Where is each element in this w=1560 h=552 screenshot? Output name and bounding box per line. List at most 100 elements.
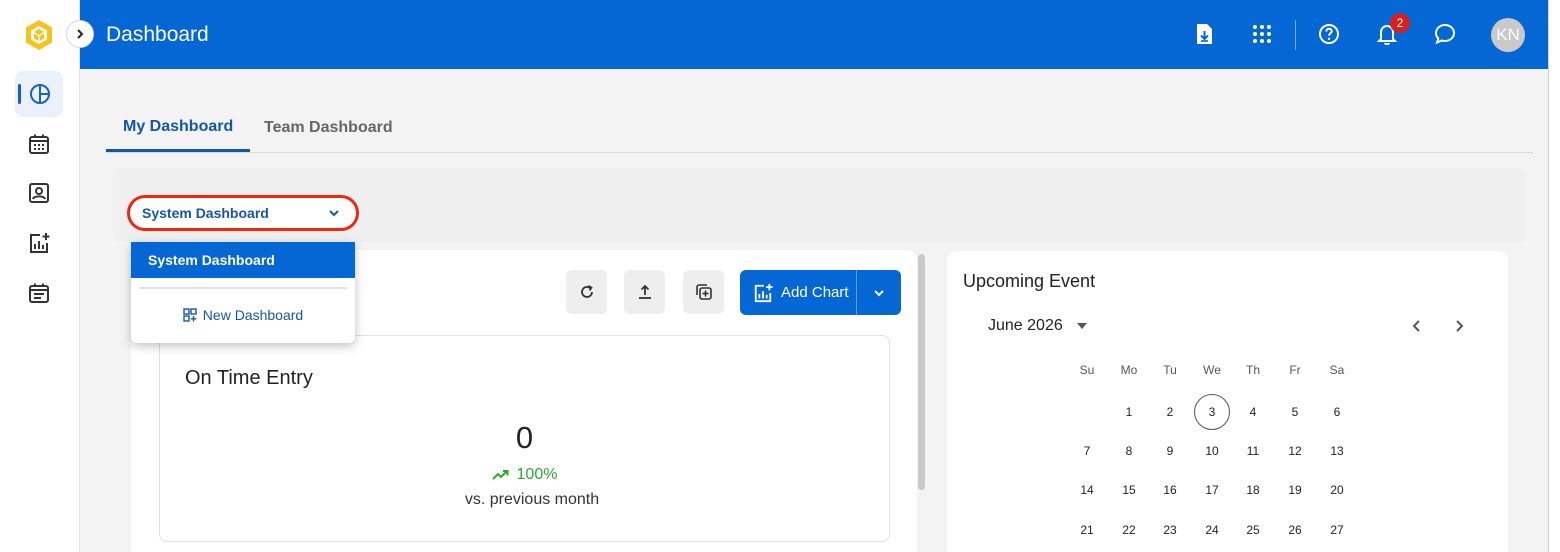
calendar-day[interactable]: 26: [1277, 512, 1313, 548]
rail-item-events[interactable]: [15, 270, 63, 316]
calendar-day[interactable]: 25: [1235, 512, 1271, 548]
weekday-header: Tu: [1163, 363, 1177, 377]
weekday-header: Mo: [1120, 363, 1138, 377]
dashboard-tabs: My Dashboard Team Dashboard: [106, 104, 1533, 153]
apps-button[interactable]: [1247, 19, 1277, 49]
calendar-day[interactable]: 9: [1152, 433, 1188, 469]
prev-month-button[interactable]: [1405, 314, 1429, 338]
calendar-grid-icon: [29, 134, 49, 154]
weekday-header: We: [1203, 363, 1221, 377]
calendar-day[interactable]: 10: [1194, 433, 1230, 469]
calendar-day[interactable]: 14: [1069, 472, 1105, 508]
calendar-day[interactable]: 1: [1111, 394, 1147, 430]
dropdown-option-system-dashboard[interactable]: System Dashboard: [131, 242, 355, 278]
calendar-day[interactable]: 24: [1194, 512, 1230, 548]
weekday-header: Th: [1245, 363, 1260, 377]
page-title: Dashboard: [106, 23, 209, 46]
app-logo-icon[interactable]: [22, 18, 56, 52]
dropdown-divider: [139, 287, 347, 289]
chat-button[interactable]: [1430, 19, 1460, 49]
calendar-day[interactable]: 12: [1277, 433, 1313, 469]
refresh-icon: [580, 285, 593, 298]
left-rail: [0, 0, 80, 552]
tab-team-dashboard[interactable]: Team Dashboard: [247, 104, 410, 152]
upload-icon: [638, 284, 651, 299]
download-button[interactable]: [1189, 19, 1219, 49]
duplicate-button[interactable]: [683, 270, 724, 314]
rail-item-reports[interactable]: [15, 220, 63, 266]
rail-item-dashboard[interactable]: [15, 71, 63, 117]
upcoming-event-panel: Upcoming Event June 2026 Su Mo Tu We Th Fr Sa 1…: [947, 251, 1508, 552]
card-title: On Time Entry: [185, 367, 313, 389]
apps-grid-icon: [1253, 25, 1271, 43]
calendar-day[interactable]: 4: [1235, 394, 1271, 430]
export-button[interactable]: [624, 270, 665, 314]
calendar-day[interactable]: 6: [1319, 394, 1355, 430]
chevron-right-icon: [1456, 320, 1464, 332]
chevron-left-icon: [1412, 320, 1420, 332]
dashboard-select[interactable]: System Dashboard: [127, 195, 359, 231]
card-change-value: 100%: [516, 466, 558, 483]
add-chart-menu-button[interactable]: [857, 270, 901, 315]
event-list-icon: [29, 283, 49, 303]
calendar-day[interactable]: 19: [1277, 472, 1313, 508]
weekday-header: Fr: [1289, 363, 1301, 377]
rail-item-calendar[interactable]: [15, 121, 63, 167]
rail-item-contacts[interactable]: [15, 170, 63, 216]
new-dashboard-icon: [183, 308, 197, 322]
dashboard-select-value: System Dashboard: [142, 205, 269, 221]
calendar-day-today[interactable]: 3: [1194, 394, 1230, 430]
new-dashboard-button[interactable]: New Dashboard: [131, 304, 355, 326]
weekday-header: Su: [1079, 363, 1095, 377]
add-chart-icon: [30, 233, 50, 253]
on-time-entry-card[interactable]: On Time Entry 0 100% vs. previous month: [159, 335, 890, 542]
new-dashboard-label: New Dashboard: [202, 307, 304, 323]
add-chart-split-button: Add Chart: [740, 270, 901, 315]
panel-scrollbar[interactable]: [918, 254, 925, 490]
download-icon: [1197, 24, 1212, 44]
month-label: June 2026: [988, 317, 1063, 334]
upcoming-event-title: Upcoming Event: [963, 271, 1096, 291]
help-button[interactable]: [1314, 19, 1344, 49]
calendar-day[interactable]: 16: [1152, 472, 1188, 508]
caret-down-icon: [1076, 323, 1087, 329]
calendar-day[interactable]: 11: [1235, 433, 1271, 469]
header-divider: [1295, 20, 1296, 50]
chevron-right-icon: [77, 29, 84, 39]
trending-up-icon: [491, 470, 509, 480]
calendar-day[interactable]: 7: [1069, 433, 1105, 469]
add-chart-icon: [754, 283, 773, 302]
calendar-day[interactable]: 22: [1111, 512, 1147, 548]
refresh-button[interactable]: [566, 270, 607, 314]
sidebar-expand-button[interactable]: [66, 20, 94, 48]
next-month-button[interactable]: [1447, 314, 1471, 338]
dashboard-icon: [30, 84, 50, 104]
calendar-day[interactable]: 21: [1069, 512, 1105, 548]
calendar-day[interactable]: 18: [1235, 472, 1271, 508]
calendar-day[interactable]: 23: [1152, 512, 1188, 548]
top-header: Dashboard 2 KN: [80, 0, 1560, 69]
add-chart-label: Add Chart: [781, 284, 849, 301]
calendar-day[interactable]: 17: [1194, 472, 1230, 508]
calendar-day[interactable]: 13: [1319, 433, 1355, 469]
tab-my-dashboard[interactable]: My Dashboard: [106, 104, 251, 152]
calendar-day[interactable]: 15: [1111, 472, 1147, 508]
chevron-down-icon: [874, 289, 884, 296]
chevron-down-icon: [329, 210, 339, 217]
dashboard-dropdown-menu: System Dashboard New Dashboard: [131, 242, 355, 343]
calendar-day[interactable]: 8: [1111, 433, 1147, 469]
user-avatar[interactable]: KN: [1491, 18, 1525, 52]
weekday-header: Sa: [1329, 363, 1345, 377]
window-edge: [1548, 0, 1560, 552]
notification-badge: 2: [1390, 13, 1410, 33]
calendar-day[interactable]: 27: [1319, 512, 1355, 548]
copy-add-icon: [695, 284, 712, 300]
help-icon: [1319, 24, 1339, 44]
month-select[interactable]: June 2026: [988, 317, 1087, 335]
card-value: 0: [515, 420, 534, 455]
add-chart-button[interactable]: Add Chart: [740, 270, 856, 315]
calendar-day[interactable]: 5: [1277, 394, 1313, 430]
calendar-day[interactable]: 20: [1319, 472, 1355, 508]
contact-card-icon: [29, 183, 49, 203]
calendar-day[interactable]: 2: [1152, 394, 1188, 430]
